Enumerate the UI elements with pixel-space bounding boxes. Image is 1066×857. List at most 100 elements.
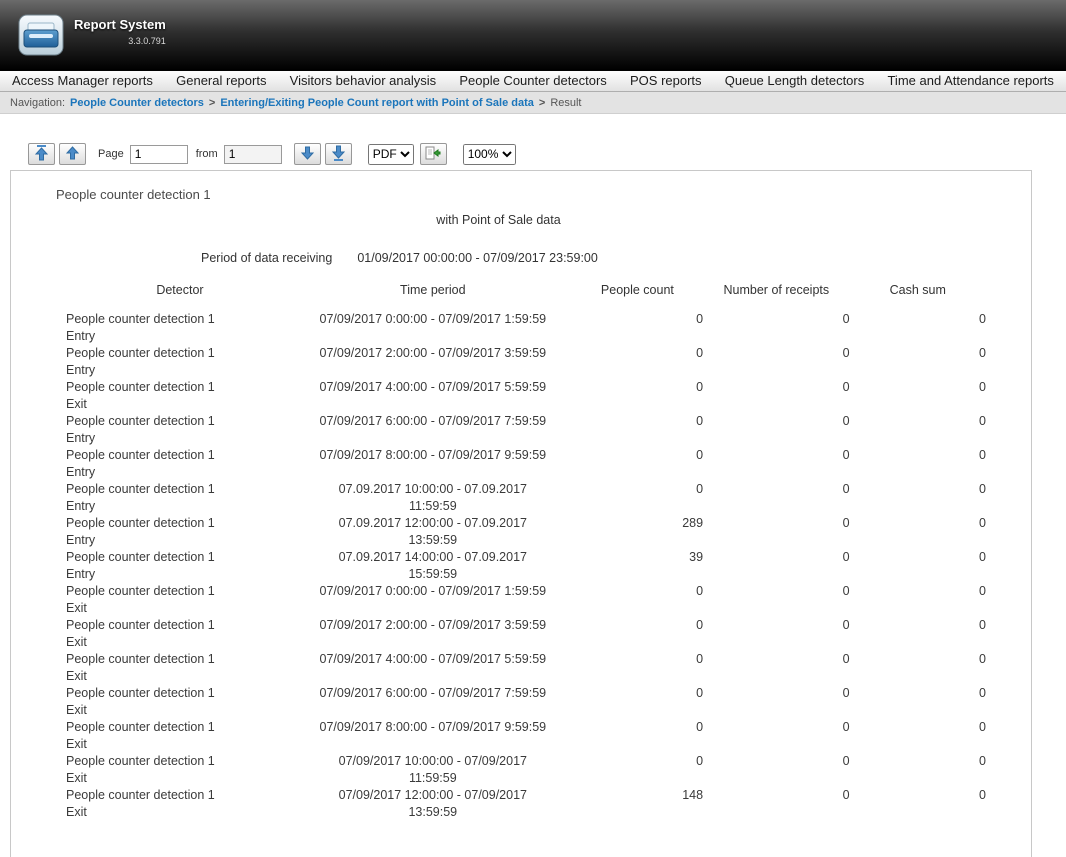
detector-name: People counter detection 1	[66, 583, 294, 600]
menu-item[interactable]: Queue Length detectors	[721, 71, 869, 91]
column-header-detector: Detector	[11, 283, 294, 311]
breadcrumb-separator: >	[539, 97, 545, 109]
detector-direction: Exit	[66, 600, 294, 617]
from-label: from	[196, 148, 218, 160]
menu-item[interactable]: People Counter detectors	[455, 71, 610, 91]
cash-sum-cell: 0	[850, 753, 986, 787]
detector-name: People counter detection 1	[66, 345, 294, 362]
time-period-cell: 07.09.2017 10:00:00 - 07.09.2017 11:59:5…	[294, 481, 572, 515]
time-period-cell: 07/09/2017 6:00:00 - 07/09/2017 7:59:59	[294, 685, 572, 719]
receipts-count-cell: 0	[703, 413, 850, 447]
detector-name: People counter detection 1	[66, 549, 294, 566]
breadcrumb-label: Navigation:	[10, 97, 65, 109]
column-header-people-count: People count	[572, 283, 703, 311]
period-value: 01/09/2017 00:00:00 - 07/09/2017 23:59:0…	[357, 251, 598, 265]
detector-direction: Exit	[66, 702, 294, 719]
time-period-cell: 07/09/2017 2:00:00 - 07/09/2017 3:59:59	[294, 345, 572, 379]
menu-item[interactable]: General reports	[172, 71, 270, 91]
detector-direction: Exit	[66, 770, 294, 787]
table-row: People counter detection 1 Entry 07/09/2…	[11, 413, 986, 447]
table-row: People counter detection 1 Exit 07/09/20…	[11, 685, 986, 719]
menu-item[interactable]: Time and Attendance reports	[883, 71, 1057, 91]
receipts-count-cell: 0	[703, 549, 850, 583]
cash-sum-cell: 0	[850, 481, 986, 515]
people-count-cell: 148	[572, 787, 703, 821]
next-page-button[interactable]	[294, 143, 321, 165]
detector-direction: Entry	[66, 566, 294, 583]
column-header-cash-sum: Cash sum	[850, 283, 986, 311]
people-count-cell: 0	[572, 413, 703, 447]
detector-name: People counter detection 1	[66, 753, 294, 770]
page-input[interactable]	[130, 145, 188, 164]
receipts-count-cell: 0	[703, 787, 850, 821]
receipts-count-cell: 0	[703, 345, 850, 379]
cash-sum-cell: 0	[850, 447, 986, 481]
last-page-button[interactable]	[325, 143, 352, 165]
table-row: People counter detection 1 Exit 07/09/20…	[11, 719, 986, 753]
time-period-cell: 07/09/2017 8:00:00 - 07/09/2017 9:59:59	[294, 447, 572, 481]
table-row: People counter detection 1 Entry 07/09/2…	[11, 447, 986, 481]
app-header: Report System 3.3.0.791	[0, 0, 1066, 71]
people-count-cell: 39	[572, 549, 703, 583]
previous-page-button[interactable]	[59, 143, 86, 165]
report-page: People counter detection 1 with Point of…	[10, 170, 1032, 857]
detector-name: People counter detection 1	[66, 413, 294, 430]
arrow-up-bar-icon	[35, 145, 48, 164]
detector-name: People counter detection 1	[66, 515, 294, 532]
receipts-count-cell: 0	[703, 617, 850, 651]
people-count-cell: 0	[572, 379, 703, 413]
people-count-cell: 0	[572, 753, 703, 787]
menu-item[interactable]: Visitors behavior analysis	[286, 71, 440, 91]
table-row: People counter detection 1 Entry 07/09/2…	[11, 345, 986, 379]
detector-direction: Exit	[66, 396, 294, 413]
page-label: Page	[98, 148, 124, 160]
cash-sum-cell: 0	[850, 685, 986, 719]
first-page-button[interactable]	[28, 143, 55, 165]
time-period-cell: 07/09/2017 8:00:00 - 07/09/2017 9:59:59	[294, 719, 572, 753]
total-pages-input[interactable]	[224, 145, 282, 164]
table-row: People counter detection 1 Exit 07/09/20…	[11, 753, 986, 787]
table-row: People counter detection 1 Exit 07/09/20…	[11, 583, 986, 617]
time-period-cell: 07/09/2017 0:00:00 - 07/09/2017 1:59:59	[294, 311, 572, 345]
people-count-cell: 0	[572, 583, 703, 617]
receipts-count-cell: 0	[703, 583, 850, 617]
time-period-cell: 07.09.2017 12:00:00 - 07.09.2017 13:59:5…	[294, 515, 572, 549]
cash-sum-cell: 0	[850, 413, 986, 447]
table-row: People counter detection 1 Entry 07.09.2…	[11, 481, 986, 515]
column-header-number-of-receipts: Number of receipts	[703, 283, 850, 311]
menu-item[interactable]: Access Manager reports	[8, 71, 157, 91]
export-format-select[interactable]: PDF	[368, 144, 414, 165]
breadcrumb: Navigation: People Counter detectors > E…	[0, 92, 1066, 114]
app-title: Report System	[74, 17, 166, 32]
time-period-cell: 07/09/2017 0:00:00 - 07/09/2017 1:59:59	[294, 583, 572, 617]
detector-name: People counter detection 1	[66, 617, 294, 634]
time-period-cell: 07.09.2017 14:00:00 - 07.09.2017 15:59:5…	[294, 549, 572, 583]
breadcrumb-link-report[interactable]: Entering/Exiting People Count report wit…	[220, 97, 534, 109]
report-table-body: People counter detection 1 Entry 07/09/2…	[11, 311, 986, 821]
people-count-cell: 0	[572, 311, 703, 345]
report-toolbar: Page from PDF 100%	[28, 142, 1066, 166]
time-period-cell: 07/09/2017 2:00:00 - 07/09/2017 3:59:59	[294, 617, 572, 651]
menu-item[interactable]: POS reports	[626, 71, 706, 91]
table-row: People counter detection 1 Exit 07/09/20…	[11, 379, 986, 413]
detector-name: People counter detection 1	[66, 719, 294, 736]
detector-direction: Exit	[66, 804, 294, 821]
arrow-up-icon	[66, 146, 79, 163]
detector-direction: Entry	[66, 532, 294, 549]
zoom-select[interactable]: 100%	[463, 144, 516, 165]
table-row: People counter detection 1 Exit 07/09/20…	[11, 617, 986, 651]
detector-direction: Entry	[66, 362, 294, 379]
cash-sum-cell: 0	[850, 617, 986, 651]
time-period-cell: 07/09/2017 4:00:00 - 07/09/2017 5:59:59	[294, 651, 572, 685]
detector-name: People counter detection 1	[66, 311, 294, 328]
breadcrumb-link-people-counter-detectors[interactable]: People Counter detectors	[70, 97, 204, 109]
cash-sum-cell: 0	[850, 311, 986, 345]
period-label: Period of data receiving	[201, 251, 332, 265]
people-count-cell: 0	[572, 719, 703, 753]
table-row: People counter detection 1 Entry 07.09.2…	[11, 515, 986, 549]
table-row: People counter detection 1 Entry 07.09.2…	[11, 549, 986, 583]
export-button[interactable]	[420, 143, 447, 165]
arrow-down-bar-icon	[332, 145, 345, 164]
receipts-count-cell: 0	[703, 651, 850, 685]
receipts-count-cell: 0	[703, 311, 850, 345]
